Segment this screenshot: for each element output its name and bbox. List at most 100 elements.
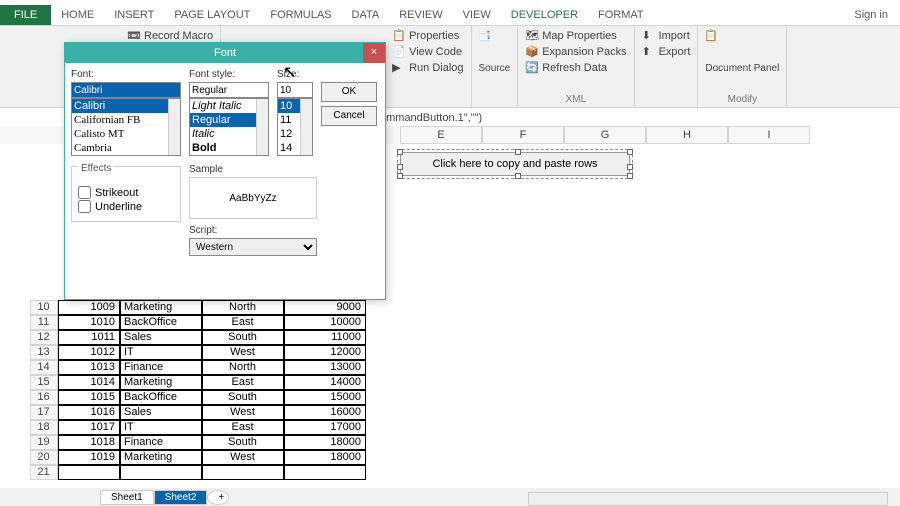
tab-data[interactable]: DATA bbox=[342, 5, 390, 25]
cell[interactable]: North bbox=[202, 360, 284, 375]
scrollbar[interactable] bbox=[300, 99, 312, 155]
cell[interactable]: BackOffice bbox=[120, 315, 202, 330]
tab-view[interactable]: VIEW bbox=[453, 5, 501, 25]
close-button[interactable]: × bbox=[363, 43, 385, 63]
cell[interactable]: 1009 bbox=[58, 300, 120, 315]
cell[interactable]: 10000 bbox=[284, 315, 366, 330]
cell[interactable]: 12000 bbox=[284, 345, 366, 360]
cell[interactable]: Finance bbox=[120, 360, 202, 375]
cell[interactable]: 11000 bbox=[284, 330, 366, 345]
row-header[interactable]: 18 bbox=[30, 420, 58, 435]
list-item[interactable]: Calisto MT bbox=[72, 127, 180, 141]
cell[interactable]: 1014 bbox=[58, 375, 120, 390]
row-header[interactable]: 16 bbox=[30, 390, 58, 405]
cell[interactable]: East bbox=[202, 420, 284, 435]
col-header[interactable]: I bbox=[728, 126, 810, 144]
list-item[interactable]: Californian FB bbox=[72, 113, 180, 127]
properties-button[interactable]: 📋Properties bbox=[391, 28, 464, 44]
cell[interactable]: 1011 bbox=[58, 330, 120, 345]
cell[interactable]: East bbox=[202, 315, 284, 330]
cell[interactable] bbox=[284, 465, 366, 480]
row-header[interactable]: 20 bbox=[30, 450, 58, 465]
tab-page-layout[interactable]: PAGE LAYOUT bbox=[164, 5, 260, 25]
cell[interactable]: IT bbox=[120, 420, 202, 435]
dialog-titlebar[interactable]: Font × bbox=[65, 43, 385, 63]
cell[interactable]: Finance bbox=[120, 435, 202, 450]
row-header[interactable]: 15 bbox=[30, 375, 58, 390]
view-code-button[interactable]: 📄View Code bbox=[391, 44, 464, 60]
ok-button[interactable]: OK bbox=[321, 82, 377, 102]
tab-developer[interactable]: DEVELOPER bbox=[501, 5, 588, 25]
cell[interactable]: 1010 bbox=[58, 315, 120, 330]
style-list[interactable]: Light Italic Regular Italic Bold Bold It… bbox=[189, 98, 269, 156]
refresh-data-button[interactable]: 🔄Refresh Data bbox=[524, 60, 627, 76]
underline-checkbox[interactable]: Underline bbox=[78, 200, 174, 213]
tab-file[interactable]: FILE bbox=[0, 5, 51, 25]
cell[interactable] bbox=[202, 465, 284, 480]
cell[interactable]: 1017 bbox=[58, 420, 120, 435]
cell[interactable]: 1019 bbox=[58, 450, 120, 465]
cell[interactable] bbox=[120, 465, 202, 480]
list-item[interactable]: 16 bbox=[278, 155, 312, 156]
command-button[interactable]: Click here to copy and paste rows bbox=[400, 152, 630, 176]
tab-format[interactable]: FORMAT bbox=[588, 5, 654, 25]
resize-handle[interactable] bbox=[515, 173, 521, 179]
cell[interactable]: South bbox=[202, 330, 284, 345]
resize-handle[interactable] bbox=[397, 149, 403, 155]
cell[interactable]: East bbox=[202, 375, 284, 390]
row-header[interactable]: 13 bbox=[30, 345, 58, 360]
list-item[interactable]: Bold Italic bbox=[190, 155, 268, 156]
cell[interactable]: South bbox=[202, 390, 284, 405]
tab-review[interactable]: REVIEW bbox=[389, 5, 452, 25]
cell[interactable]: 18000 bbox=[284, 450, 366, 465]
resize-handle[interactable] bbox=[627, 173, 633, 179]
resize-handle[interactable] bbox=[627, 164, 633, 170]
resize-handle[interactable] bbox=[627, 149, 633, 155]
list-item[interactable]: Calibri bbox=[72, 99, 180, 113]
cell[interactable]: 15000 bbox=[284, 390, 366, 405]
cell[interactable]: IT bbox=[120, 345, 202, 360]
cell[interactable]: South bbox=[202, 435, 284, 450]
row-header[interactable]: 10 bbox=[30, 300, 58, 315]
import-button[interactable]: ⬇Import bbox=[641, 28, 692, 44]
cell[interactable]: West bbox=[202, 405, 284, 420]
map-properties-button[interactable]: 🗺Map Properties bbox=[524, 28, 627, 44]
cell[interactable]: 18000 bbox=[284, 435, 366, 450]
strikeout-checkbox[interactable]: Strikeout bbox=[78, 186, 174, 199]
row-header[interactable]: 19 bbox=[30, 435, 58, 450]
run-dialog-button[interactable]: ▶Run Dialog bbox=[391, 60, 464, 76]
col-header[interactable]: E bbox=[400, 126, 482, 144]
cell[interactable]: Marketing bbox=[120, 300, 202, 315]
export-button[interactable]: ⬆Export bbox=[641, 44, 692, 60]
style-input[interactable] bbox=[189, 82, 269, 98]
cell[interactable]: Sales bbox=[120, 330, 202, 345]
sign-in-link[interactable]: Sign in bbox=[842, 5, 900, 25]
cell[interactable]: 1016 bbox=[58, 405, 120, 420]
cell[interactable]: 16000 bbox=[284, 405, 366, 420]
cell[interactable]: 1012 bbox=[58, 345, 120, 360]
cell[interactable]: 9000 bbox=[284, 300, 366, 315]
script-select[interactable]: Western bbox=[189, 238, 317, 256]
list-item[interactable]: Cambria bbox=[72, 141, 180, 155]
cell[interactable]: 1018 bbox=[58, 435, 120, 450]
cell[interactable]: Marketing bbox=[120, 375, 202, 390]
sheet-tab[interactable]: Sheet2 bbox=[154, 490, 208, 505]
cell[interactable]: Sales bbox=[120, 405, 202, 420]
font-input[interactable] bbox=[71, 82, 181, 98]
sheet-tab[interactable]: Sheet1 bbox=[100, 490, 154, 505]
cell[interactable]: 13000 bbox=[284, 360, 366, 375]
row-header[interactable]: 14 bbox=[30, 360, 58, 375]
cell[interactable]: 1013 bbox=[58, 360, 120, 375]
cell[interactable]: 17000 bbox=[284, 420, 366, 435]
scrollbar[interactable] bbox=[256, 99, 268, 155]
scrollbar[interactable] bbox=[168, 99, 180, 155]
cancel-button[interactable]: Cancel bbox=[321, 106, 377, 126]
list-item[interactable]: Cambria Math bbox=[72, 155, 180, 156]
resize-handle[interactable] bbox=[397, 164, 403, 170]
source-icon[interactable]: 📑 bbox=[478, 29, 510, 61]
size-list[interactable]: 10 11 12 14 16 18 20 bbox=[277, 98, 313, 156]
cell[interactable]: North bbox=[202, 300, 284, 315]
cell[interactable] bbox=[58, 465, 120, 480]
tab-formulas[interactable]: FORMULAS bbox=[260, 5, 341, 25]
cell[interactable]: West bbox=[202, 450, 284, 465]
